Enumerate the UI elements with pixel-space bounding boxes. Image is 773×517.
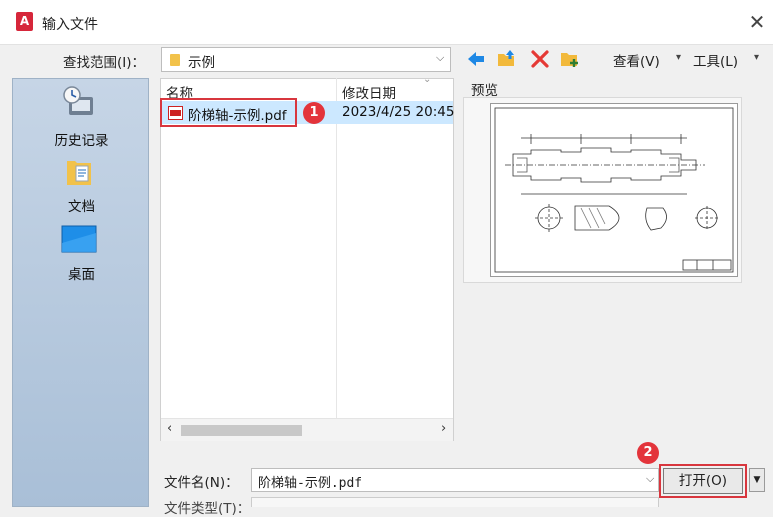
- places-item-label: 文档: [68, 199, 95, 215]
- places-item-label: 历史记录: [54, 133, 109, 149]
- view-menu[interactable]: 查看(V): [613, 50, 660, 70]
- file-list[interactable]: [160, 78, 454, 441]
- sort-indicator-icon: ⌄: [423, 74, 432, 85]
- folder-icon: [170, 54, 180, 66]
- places-bar: 历史记录 文档 桌面: [12, 78, 149, 507]
- filename-input[interactable]: 阶梯轴-示例.pdf: [251, 468, 659, 492]
- documents-folder-icon: [67, 161, 91, 185]
- stepped-shaft-drawing-image: [494, 107, 734, 273]
- column-divider: [336, 78, 337, 418]
- places-item-history[interactable]: 历史记录: [13, 83, 150, 149]
- open-button[interactable]: 打开(O): [663, 468, 743, 494]
- scroll-right-icon[interactable]: ›: [441, 421, 446, 436]
- autocad-app-icon: A: [16, 12, 33, 31]
- scroll-thumb[interactable]: [181, 425, 302, 436]
- view-menu-arrow-icon[interactable]: ▾: [676, 52, 681, 63]
- filetype-select[interactable]: [251, 497, 659, 507]
- tools-menu-arrow-icon[interactable]: ▾: [754, 52, 759, 63]
- step-badge-1: 1: [303, 102, 325, 124]
- window-title: 输入文件: [42, 17, 98, 33]
- filetype-label: 文件类型(T)：: [164, 501, 251, 517]
- close-button[interactable]: ✕: [745, 10, 769, 34]
- lookin-value: 示例: [188, 55, 215, 71]
- column-header-date[interactable]: 修改日期: [342, 82, 396, 102]
- folder-up-icon[interactable]: [496, 48, 518, 70]
- delete-icon[interactable]: [529, 48, 551, 70]
- history-icon: [63, 86, 93, 115]
- places-item-label: 桌面: [68, 267, 95, 283]
- chevron-down-icon[interactable]: ⌵: [646, 472, 654, 486]
- desktop-icon: [61, 225, 97, 253]
- places-item-documents[interactable]: 文档: [13, 153, 150, 217]
- places-item-desktop[interactable]: 桌面: [13, 221, 150, 285]
- file-highlight-box: [160, 98, 297, 127]
- tools-menu[interactable]: 工具(L): [693, 50, 738, 70]
- lookin-select[interactable]: 示例 ⌵: [161, 47, 451, 72]
- title-bar: [0, 0, 773, 45]
- horizontal-scrollbar[interactable]: ‹ ›: [161, 418, 453, 441]
- preview-drawing: [490, 103, 738, 277]
- step-badge-2: 2: [637, 442, 659, 464]
- file-date: 2023/4/25 20:45: [342, 104, 455, 120]
- scroll-left-icon[interactable]: ‹: [167, 421, 172, 436]
- new-folder-icon[interactable]: [559, 48, 581, 70]
- preview-label: 预览: [471, 83, 498, 99]
- open-dropdown-button[interactable]: ▼: [749, 468, 765, 492]
- lookin-label: 查找范围(I)：: [63, 55, 146, 71]
- back-arrow-icon[interactable]: [465, 48, 487, 70]
- chevron-down-icon: ⌵: [436, 51, 445, 64]
- filename-label: 文件名(N)：: [164, 475, 239, 491]
